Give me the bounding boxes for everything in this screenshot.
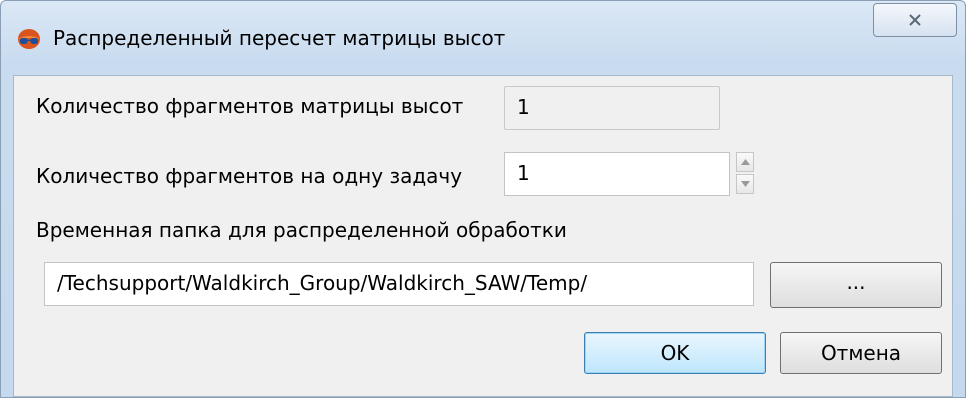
fragments-count-label: Количество фрагментов матрицы высот <box>36 94 464 118</box>
dialog-window: Распределенный пересчет матрицы высот Ко… <box>0 0 966 398</box>
stereo-glasses-icon <box>18 29 40 49</box>
chevron-up-icon <box>740 159 750 165</box>
close-button[interactable] <box>873 3 957 37</box>
fragments-per-task-label: Количество фрагментов на одну задачу <box>36 164 463 188</box>
chevron-down-icon <box>740 181 750 187</box>
dialog-body: Количество фрагментов матрицы высот 1 Ко… <box>13 75 953 397</box>
window-title: Распределенный пересчет матрицы высот <box>53 26 506 50</box>
browse-button[interactable]: ... <box>770 262 942 308</box>
temp-folder-label: Временная папка для распределенной обраб… <box>36 218 567 242</box>
spin-down-button[interactable] <box>736 174 754 194</box>
ok-button[interactable]: OK <box>584 332 766 374</box>
quantity-stepper[interactable] <box>736 152 754 196</box>
cancel-button[interactable]: Отмена <box>780 332 942 374</box>
temp-folder-input[interactable]: /Techsupport/Waldkirch_Group/Waldkirch_S… <box>44 262 754 306</box>
fragments-per-task-input[interactable]: 1 <box>504 152 730 196</box>
close-icon <box>909 14 921 26</box>
spin-up-button[interactable] <box>736 152 754 172</box>
title-bar[interactable]: Распределенный пересчет матрицы высот <box>1 1 965 73</box>
fragments-count-field: 1 <box>504 86 720 130</box>
